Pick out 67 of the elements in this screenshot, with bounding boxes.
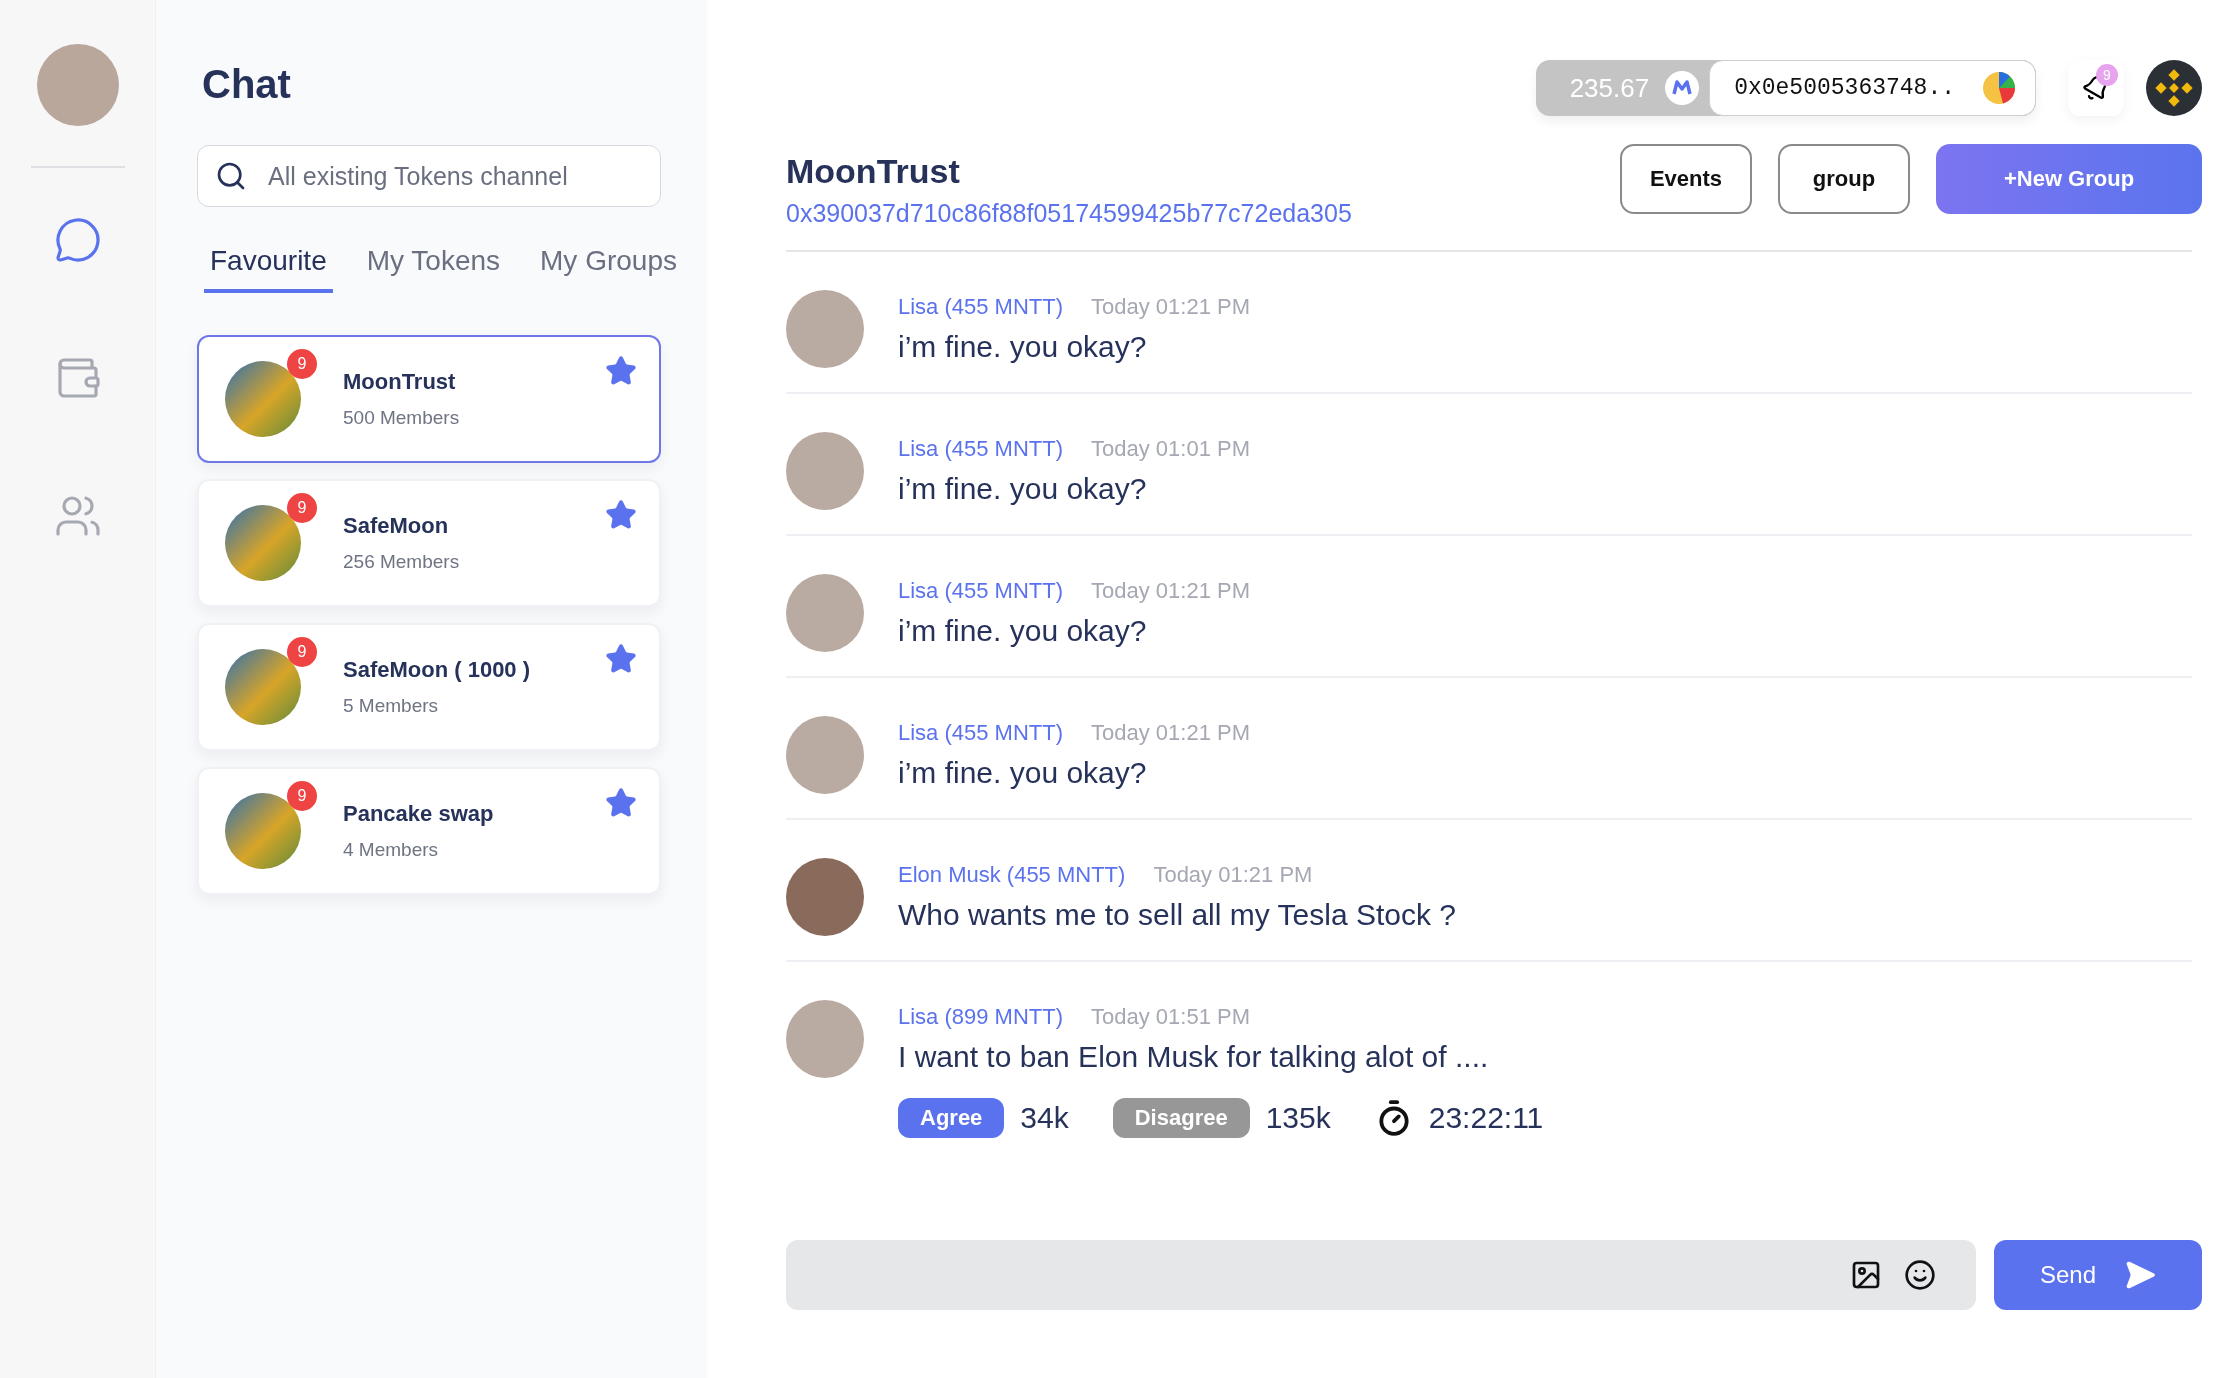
member-count: 4 Members — [343, 839, 439, 861]
search-field[interactable]: All existing Tokens channel — [197, 145, 661, 207]
tab[interactable]: Favourite — [204, 245, 333, 293]
send-icon — [2124, 1259, 2157, 1291]
message-text: i’m fine. you okay? — [898, 614, 1148, 648]
message-text: Who wants me to sell all my Tesla Stock ? — [898, 898, 1456, 932]
member-count: 5 Members — [343, 695, 439, 717]
channel-card[interactable]: 9 SafeMoon ( 1000 ) 5 Members — [197, 623, 661, 751]
action-button[interactable]: Events — [1620, 144, 1752, 214]
message-text: i’m fine. you okay? — [898, 330, 1148, 364]
tab[interactable]: My Groups — [534, 245, 683, 293]
image-icon[interactable] — [1850, 1259, 1882, 1291]
star-icon[interactable] — [605, 355, 637, 387]
wallet-identicon — [1983, 72, 2015, 104]
sender-name[interactable]: Lisa (899 MNTT) — [898, 1004, 1064, 1030]
unread-badge: 9 — [287, 781, 317, 811]
wallet-address: 0x0e5005363748.. — [1734, 75, 1955, 101]
agree-button[interactable]: Agree — [898, 1098, 1005, 1138]
panel-title: Chat — [202, 62, 292, 107]
action-button[interactable]: group — [1778, 144, 1910, 214]
sender-name[interactable]: Lisa (455 MNTT) — [898, 578, 1064, 604]
tab[interactable]: My Tokens — [360, 245, 507, 293]
send-button[interactable]: Send — [1994, 1240, 2202, 1310]
room-title: MoonTrust — [786, 152, 961, 191]
countdown-timer: 23:22:11 — [1428, 1101, 1544, 1135]
star-icon[interactable] — [605, 787, 637, 819]
channel-name: SafeMoon ( 1000 ) — [343, 657, 531, 683]
star-icon[interactable] — [605, 499, 637, 531]
message-text: i’m fine. you okay? — [898, 756, 1148, 790]
vote-count: 135k — [1265, 1101, 1331, 1135]
binance-logo-icon[interactable] — [2146, 60, 2202, 116]
notification-badge: 9 — [2096, 64, 2118, 86]
sender-name[interactable]: Elon Musk (455 MNTT) — [898, 862, 1126, 888]
sender-name[interactable]: Lisa (455 MNTT) — [898, 720, 1064, 746]
member-count: 256 Members — [343, 551, 460, 573]
token-logo-icon — [1665, 71, 1700, 105]
vote-count: 34k — [1020, 1101, 1069, 1135]
channel-card[interactable]: 9 MoonTrust 500 Members — [197, 335, 661, 463]
unread-badge: 9 — [287, 493, 317, 523]
message-time: Today 01:51 PM — [1091, 1004, 1251, 1030]
channel-card[interactable]: 9 Pancake swap 4 Members — [197, 767, 661, 895]
message-text: I want to ban Elon Musk for talking alot of .... — [898, 1040, 1490, 1074]
channel-card[interactable]: 9 SafeMoon 256 Members — [197, 479, 661, 607]
chat-nav-icon[interactable] — [53, 216, 102, 264]
message-time: Today 01:21 PM — [1091, 294, 1251, 320]
unread-badge: 9 — [287, 637, 317, 667]
message-time: Today 01:21 PM — [1153, 862, 1313, 888]
channel-name: Pancake swap — [343, 801, 494, 827]
channel-name: MoonTrust — [343, 369, 456, 395]
member-count: 500 Members — [343, 407, 460, 429]
message-time: Today 01:21 PM — [1091, 720, 1251, 746]
message-text: i’m fine. you okay? — [898, 472, 1148, 506]
emoji-icon[interactable] — [1904, 1259, 1936, 1291]
disagree-button[interactable]: Disagree — [1112, 1098, 1250, 1138]
new-group-button[interactable]: +New Group — [1936, 144, 2202, 214]
balance: 235.67 — [1568, 72, 1651, 104]
unread-badge: 9 — [287, 349, 317, 379]
search-icon — [215, 160, 247, 192]
star-icon[interactable] — [605, 643, 637, 675]
sender-name[interactable]: Lisa (455 MNTT) — [898, 436, 1064, 462]
sender-name[interactable]: Lisa (455 MNTT) — [898, 294, 1064, 320]
message-time: Today 01:21 PM — [1091, 578, 1251, 604]
contract-address-link[interactable]: 0x390037d710c86f88f05174599425b77c72eda305 — [786, 199, 1352, 228]
channel-name: SafeMoon — [343, 513, 449, 539]
message-input[interactable] — [786, 1240, 1976, 1310]
message-time: Today 01:01 PM — [1091, 436, 1251, 462]
wallet-pill[interactable]: 235.67 0x0e5005363748.. — [1535, 60, 2036, 116]
